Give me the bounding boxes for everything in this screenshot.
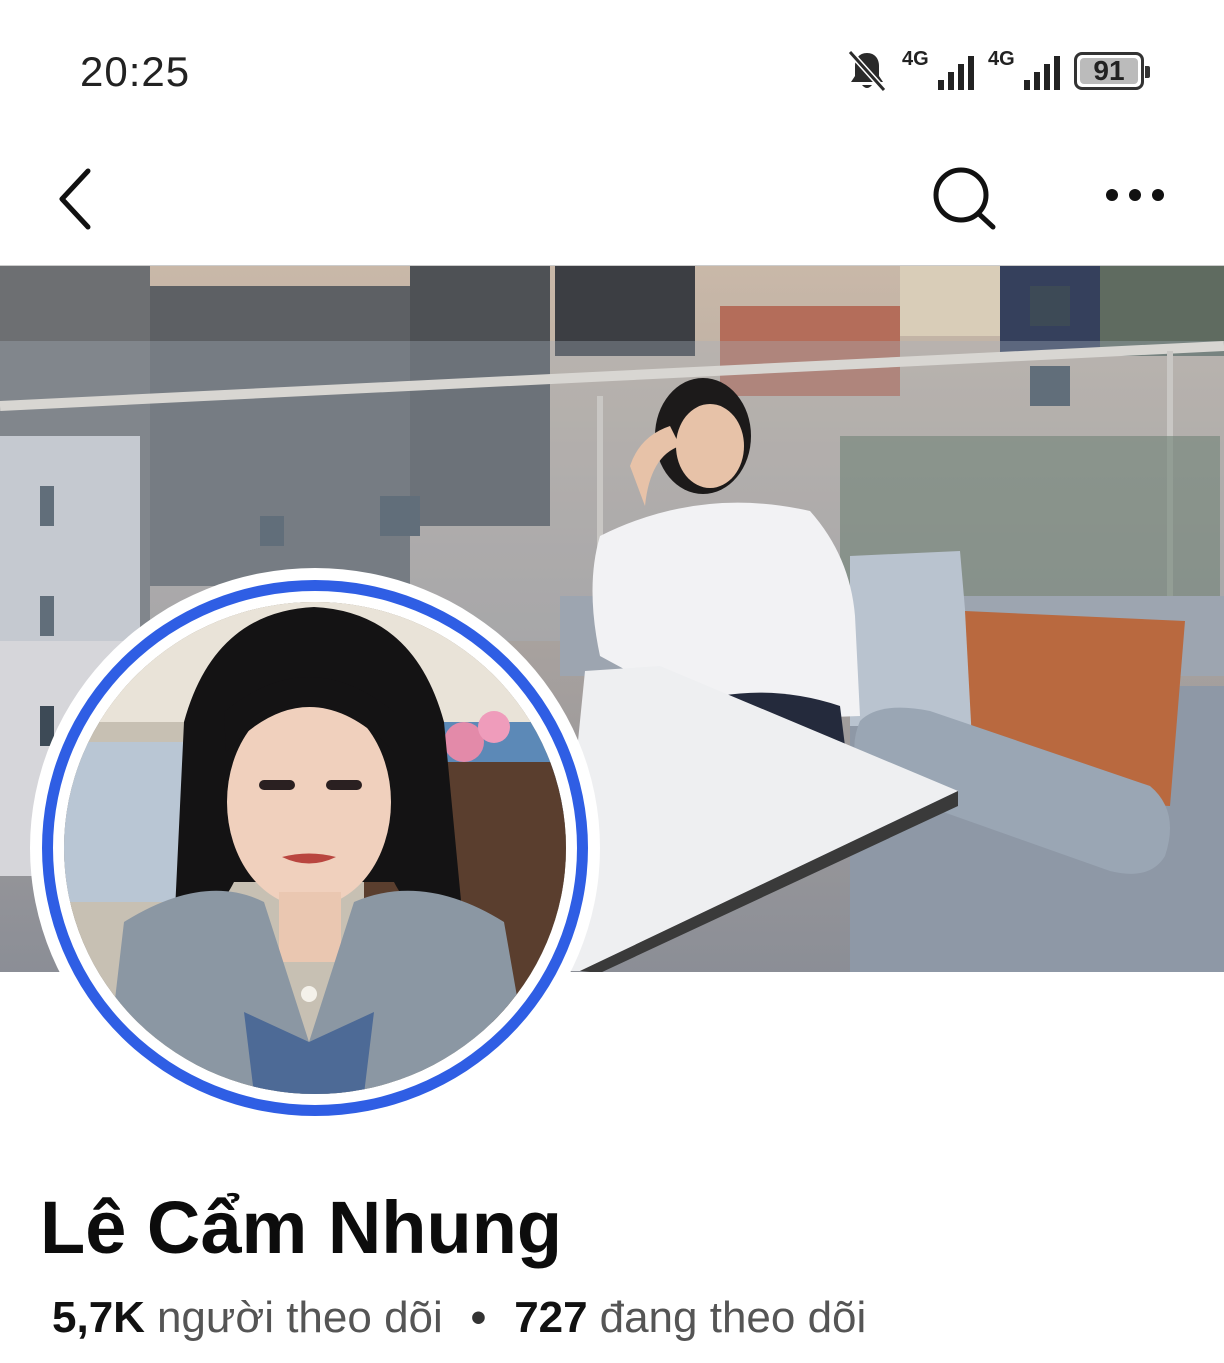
network-label: 4G <box>902 48 929 70</box>
search-icon <box>933 167 996 230</box>
following-count[interactable]: 727 <box>514 1293 587 1343</box>
battery-icon: 91 <box>1074 52 1150 90</box>
chevron-left-icon <box>59 168 91 230</box>
network-4g-icon: 4G <box>902 48 974 94</box>
avatar-image <box>64 602 566 1094</box>
network-label: 4G <box>988 48 1015 70</box>
status-bar: 20:25 4G 4G 91 <box>0 0 1224 140</box>
back-button[interactable] <box>50 165 110 235</box>
followers-label[interactable]: người theo dõi <box>157 1293 443 1343</box>
app-bar <box>0 140 1224 265</box>
more-horizontal-icon <box>1106 189 1164 201</box>
status-time: 20:25 <box>80 48 191 95</box>
status-icons: 4G 4G 91 <box>846 46 1150 96</box>
followers-count[interactable]: 5,7K <box>52 1293 145 1343</box>
profile-stats: 5,7K người theo dõi • 727 đang theo dõi <box>52 1293 866 1343</box>
profile-name: Lê Cẩm Nhung <box>40 1186 563 1269</box>
more-options-button[interactable] <box>1095 165 1175 225</box>
bell-muted-icon <box>847 49 887 93</box>
battery-percent: 91 <box>1093 55 1125 86</box>
avatar <box>64 602 566 1094</box>
stats-separator: • <box>470 1293 487 1342</box>
search-button[interactable] <box>925 160 1005 240</box>
following-label[interactable]: đang theo dõi <box>600 1293 867 1343</box>
network-4g-icon: 4G <box>988 48 1060 94</box>
